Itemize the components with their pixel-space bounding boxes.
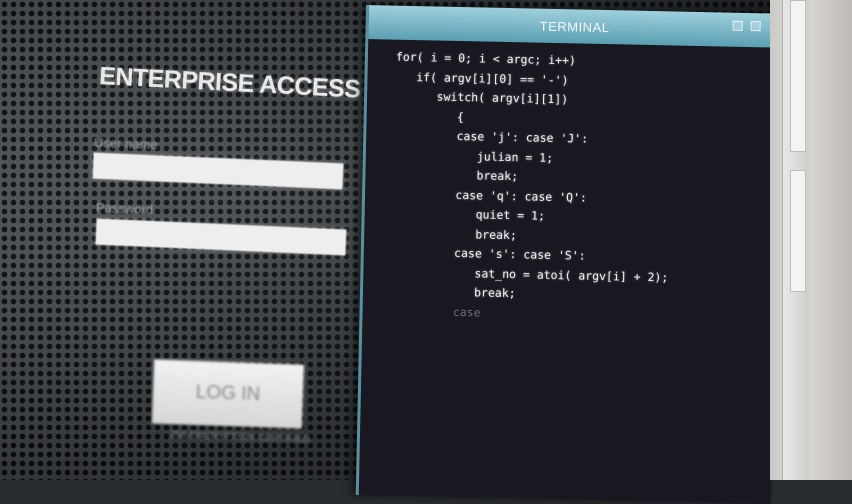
password-field[interactable] xyxy=(95,218,347,256)
maximize-icon[interactable] xyxy=(750,21,761,32)
login-title: ENTERPRISE ACCESS xyxy=(98,62,362,104)
username-field[interactable] xyxy=(92,152,344,190)
terminal-title: TERMINAL xyxy=(539,18,610,35)
login-panel: ENTERPRISE ACCESS User name Password LOG… xyxy=(0,0,380,480)
username-label: User name xyxy=(93,134,158,153)
window-controls xyxy=(732,20,761,32)
minimize-icon[interactable] xyxy=(732,20,743,31)
login-button[interactable]: LOG IN xyxy=(151,359,305,429)
side-panel-segment xyxy=(790,0,806,152)
encryption-note: 256 ENCRYPTION CERTIFIED xyxy=(169,429,311,446)
terminal-titlebar[interactable]: TERMINAL xyxy=(368,5,781,48)
terminal-code[interactable]: for( i = 0; i < argc; i++) if( argv[i][0… xyxy=(390,48,673,327)
side-panel-segment xyxy=(790,170,806,292)
terminal-window: TERMINAL for( i = 0; i < argc; i++) if( … xyxy=(355,5,781,504)
password-label: Password xyxy=(95,200,154,217)
